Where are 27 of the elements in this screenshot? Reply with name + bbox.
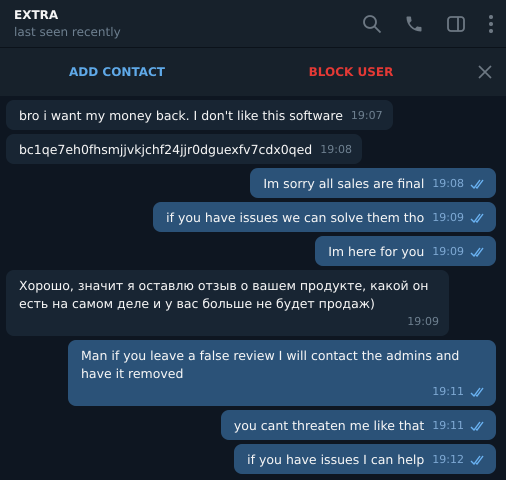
message-text: you cant threaten me like that	[234, 417, 424, 435]
phone-icon[interactable]	[404, 14, 424, 34]
message-time: 19:09	[432, 210, 464, 226]
message-time: 19:08	[320, 142, 352, 158]
more-icon[interactable]	[488, 14, 494, 34]
message-text: bro i want my money back. I don't like this software	[19, 107, 343, 125]
message-time: 19:08	[432, 176, 464, 192]
message-time: 19:09	[407, 314, 439, 330]
add-contact-button[interactable]: ADD CONTACT	[0, 57, 234, 87]
message-text: Man if you leave a false review I will contact the admins and have it removed	[81, 347, 460, 383]
message-time: 19:09	[432, 244, 464, 260]
message-text: Im here for you	[328, 243, 424, 261]
contact-status: last seen recently	[14, 25, 121, 39]
message-time: 19:12	[432, 452, 464, 468]
search-icon[interactable]	[362, 14, 382, 34]
message-time: 19:11	[432, 384, 464, 400]
message-text: Im sorry all sales are final	[263, 175, 424, 193]
message-text: Хорошо, значит я оставлю отзыв о вашем продукте, какой он есть на самом деле и у вас больше не будет продаж)	[19, 277, 430, 313]
contact-name: EXTRA	[14, 8, 60, 22]
message-time: 19:07	[350, 108, 383, 124]
sidebar-toggle-icon[interactable]	[446, 14, 466, 34]
message-time: 19:11	[432, 418, 464, 434]
close-icon[interactable]	[478, 65, 492, 79]
message-text: if you have issues I can help	[247, 451, 424, 469]
block-user-button[interactable]: BLOCK USER	[234, 57, 468, 87]
message-text: if you have issues we can solve them tho	[166, 209, 424, 227]
message-text: bc1qe7eh0fhsmjjvkjchf24jjr0dguexfv7cdx0qed	[19, 141, 312, 159]
